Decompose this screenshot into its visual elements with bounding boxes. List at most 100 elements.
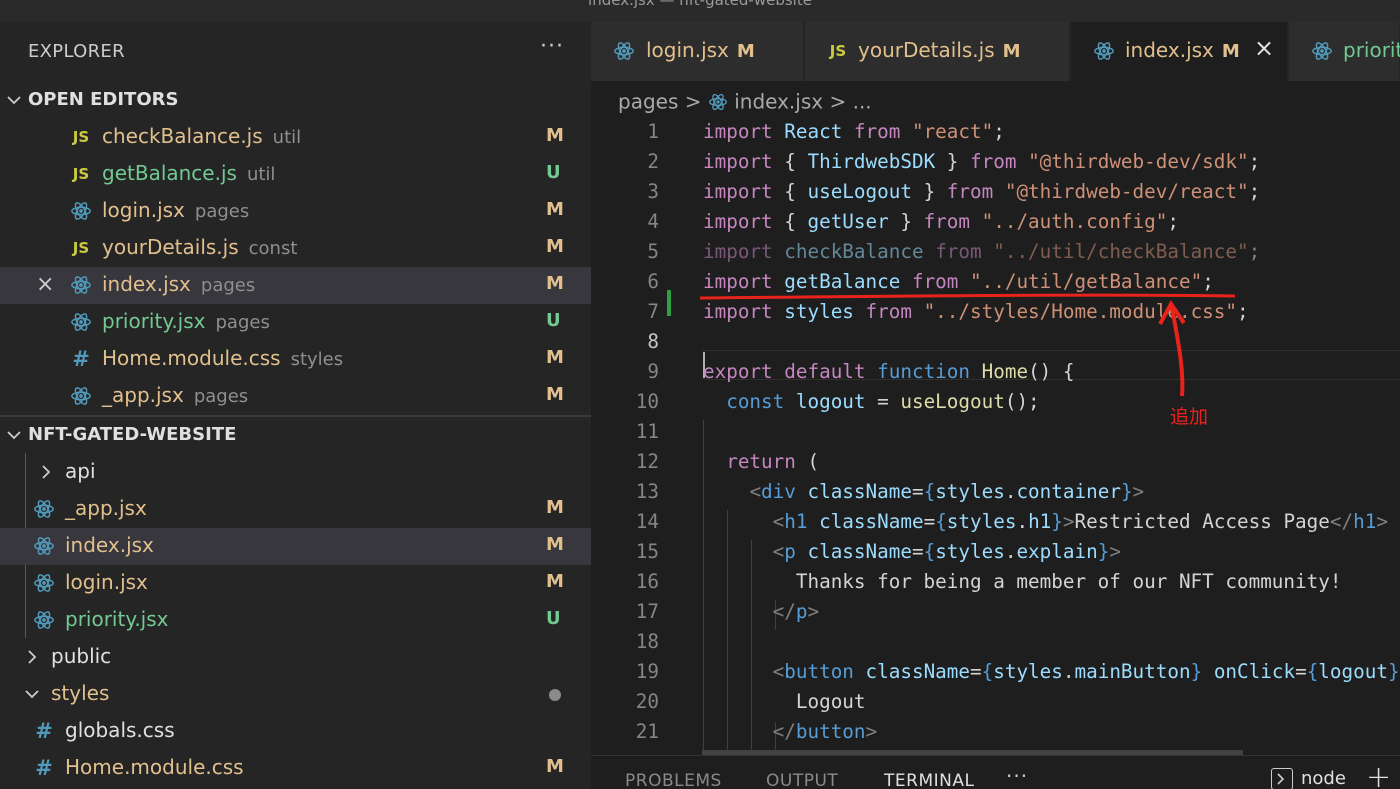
line-number: 7 <box>647 300 659 323</box>
ellipsis-icon[interactable]: ··· <box>540 34 564 59</box>
breadcrumb-folder[interactable]: pages <box>618 90 678 114</box>
file-item[interactable]: _app.jsx M <box>0 491 591 528</box>
file-dir: pages <box>194 201 250 222</box>
close-icon[interactable]: × <box>36 272 54 297</box>
react-icon <box>33 609 55 631</box>
react-icon <box>70 274 92 296</box>
code-line[interactable]: <button className={styles.mainButton} on… <box>703 660 1400 683</box>
file-dir: styles <box>290 349 344 370</box>
open-editor-item-active[interactable]: × index.jsx pages M <box>0 267 591 304</box>
git-status-badge: U <box>546 162 561 183</box>
tab-yourdetails[interactable]: JS yourDetails.js M <box>805 22 1070 81</box>
modified-dot-icon <box>549 689 561 701</box>
tab-output[interactable]: OUTPUT <box>766 771 838 789</box>
tab-terminal[interactable]: TERMINAL <box>884 771 974 789</box>
open-editor-item[interactable]: _app.jsx pages M <box>0 378 591 415</box>
tab-problems[interactable]: PROBLEMS <box>625 771 722 789</box>
git-status-badge: M <box>546 497 564 518</box>
file-item[interactable]: priority.jsx U <box>0 602 591 639</box>
folder-name: api <box>65 459 96 483</box>
code-line[interactable]: import checkBalance from "../util/checkB… <box>703 240 1260 263</box>
react-icon <box>1311 40 1333 62</box>
ellipsis-icon[interactable]: ··· <box>1006 764 1028 788</box>
terminal-selector[interactable]: node <box>1271 768 1346 789</box>
close-icon[interactable]: × <box>1254 34 1274 62</box>
code-line[interactable]: </button> <box>703 720 877 743</box>
line-number: 14 <box>635 510 659 533</box>
code-line[interactable]: Thanks for being a member of our NFT com… <box>703 570 1342 593</box>
file-item[interactable]: login.jsx M <box>0 565 591 602</box>
file-dir: pages <box>193 386 249 407</box>
open-editor-item[interactable]: JS checkBalance.js util M <box>0 119 591 156</box>
code-line[interactable]: <h1 className={styles.h1}>Restricted Acc… <box>703 510 1388 533</box>
folder-name: styles <box>51 681 110 705</box>
react-icon <box>33 498 55 520</box>
react-icon <box>70 311 92 333</box>
file-name: login.jsx <box>102 198 185 222</box>
code-line[interactable]: return ( <box>703 450 819 473</box>
code-line[interactable]: Logout <box>703 690 866 713</box>
project-title: NFT-GATED-WEBSITE <box>28 424 237 445</box>
file-name: login.jsx <box>65 570 148 594</box>
code-line[interactable]: </p> <box>703 600 819 623</box>
line-number: 6 <box>647 270 659 293</box>
editor-area: login.jsx M JS yourDetails.js M index.jsx M… <box>591 22 1400 789</box>
open-editor-item[interactable]: # Home.module.css styles M <box>0 341 591 378</box>
javascript-icon: JS <box>72 239 90 257</box>
folder-item[interactable]: styles <box>0 676 591 713</box>
css-hash-icon: # <box>35 756 53 780</box>
add-terminal-icon[interactable]: + <box>1366 760 1391 789</box>
open-editor-item[interactable]: priority.jsx pages U <box>0 304 591 341</box>
code-line[interactable]: import { useLogout } from "@thirdweb-dev… <box>703 180 1260 203</box>
tab-priority[interactable]: priority <box>1289 22 1400 81</box>
git-status-badge: M <box>546 199 564 220</box>
file-name: _app.jsx <box>102 383 184 407</box>
code-line[interactable]: <div className={styles.container}> <box>703 480 1144 503</box>
code-line[interactable]: import { getUser } from "../auth.config"… <box>703 210 1179 233</box>
open-editors-section-header[interactable]: OPEN EDITORS <box>0 82 591 119</box>
code-line[interactable]: import { ThirdwebSDK } from "@thirdweb-d… <box>703 150 1260 173</box>
code-line[interactable]: import React from "react"; <box>703 120 1005 143</box>
tab-index[interactable]: index.jsx M × <box>1071 22 1288 81</box>
code-line[interactable]: import getBalance from "../util/getBalan… <box>703 270 1214 293</box>
folder-item[interactable]: api <box>0 454 591 491</box>
react-icon <box>33 572 55 594</box>
code-line[interactable]: import styles from "../styles/Home.modul… <box>703 300 1249 323</box>
code-line[interactable]: <p className={styles.explain}> <box>703 540 1121 563</box>
line-number: 1 <box>647 120 659 143</box>
folder-item[interactable]: public <box>0 639 591 676</box>
breadcrumb-separator: > <box>684 89 702 114</box>
file-name: priority.jsx <box>102 309 206 333</box>
explorer-sidebar: EXPLORER ··· OPEN EDITORS JS checkBalanc… <box>0 22 591 789</box>
terminal-label: node <box>1301 768 1346 789</box>
breadcrumb-file[interactable]: index.jsx <box>734 90 823 114</box>
breadcrumb-rest[interactable]: > ... <box>829 90 871 114</box>
open-editors-title: OPEN EDITORS <box>28 89 179 110</box>
file-name: index.jsx <box>65 533 154 557</box>
file-name: checkBalance.js <box>102 124 263 148</box>
line-number: 3 <box>647 180 659 203</box>
file-name: Home.module.css <box>102 346 281 370</box>
title-bar: index.jsx — nft-gated-website <box>0 0 1400 22</box>
file-item[interactable]: # Home.module.css M <box>0 750 591 787</box>
file-name: globals.css <box>65 718 175 742</box>
breadcrumb: pages > index.jsx > ... <box>618 88 872 114</box>
project-section-header[interactable]: NFT-GATED-WEBSITE <box>0 417 591 454</box>
tab-label: priority <box>1343 38 1400 62</box>
file-item-active[interactable]: index.jsx M <box>0 528 591 565</box>
code-line[interactable]: const logout = useLogout(); <box>703 390 1039 413</box>
code-line[interactable]: export default function Home() { <box>703 360 1075 383</box>
open-editor-item[interactable]: login.jsx pages M <box>0 193 591 230</box>
open-editor-item[interactable]: JS getBalance.js util U <box>0 156 591 193</box>
file-dir: const <box>248 238 298 259</box>
git-status-badge: M <box>546 384 564 405</box>
window-title: index.jsx — nft-gated-website <box>588 0 812 9</box>
file-item[interactable]: # globals.css <box>0 713 591 750</box>
line-number: 20 <box>635 690 659 713</box>
tab-login[interactable]: login.jsx M <box>591 22 804 81</box>
git-status-badge: U <box>546 608 561 629</box>
file-name: _app.jsx <box>65 496 147 520</box>
open-editor-item[interactable]: JS yourDetails.js const M <box>0 230 591 267</box>
css-hash-icon: # <box>35 719 53 743</box>
git-change-marker <box>667 290 671 316</box>
